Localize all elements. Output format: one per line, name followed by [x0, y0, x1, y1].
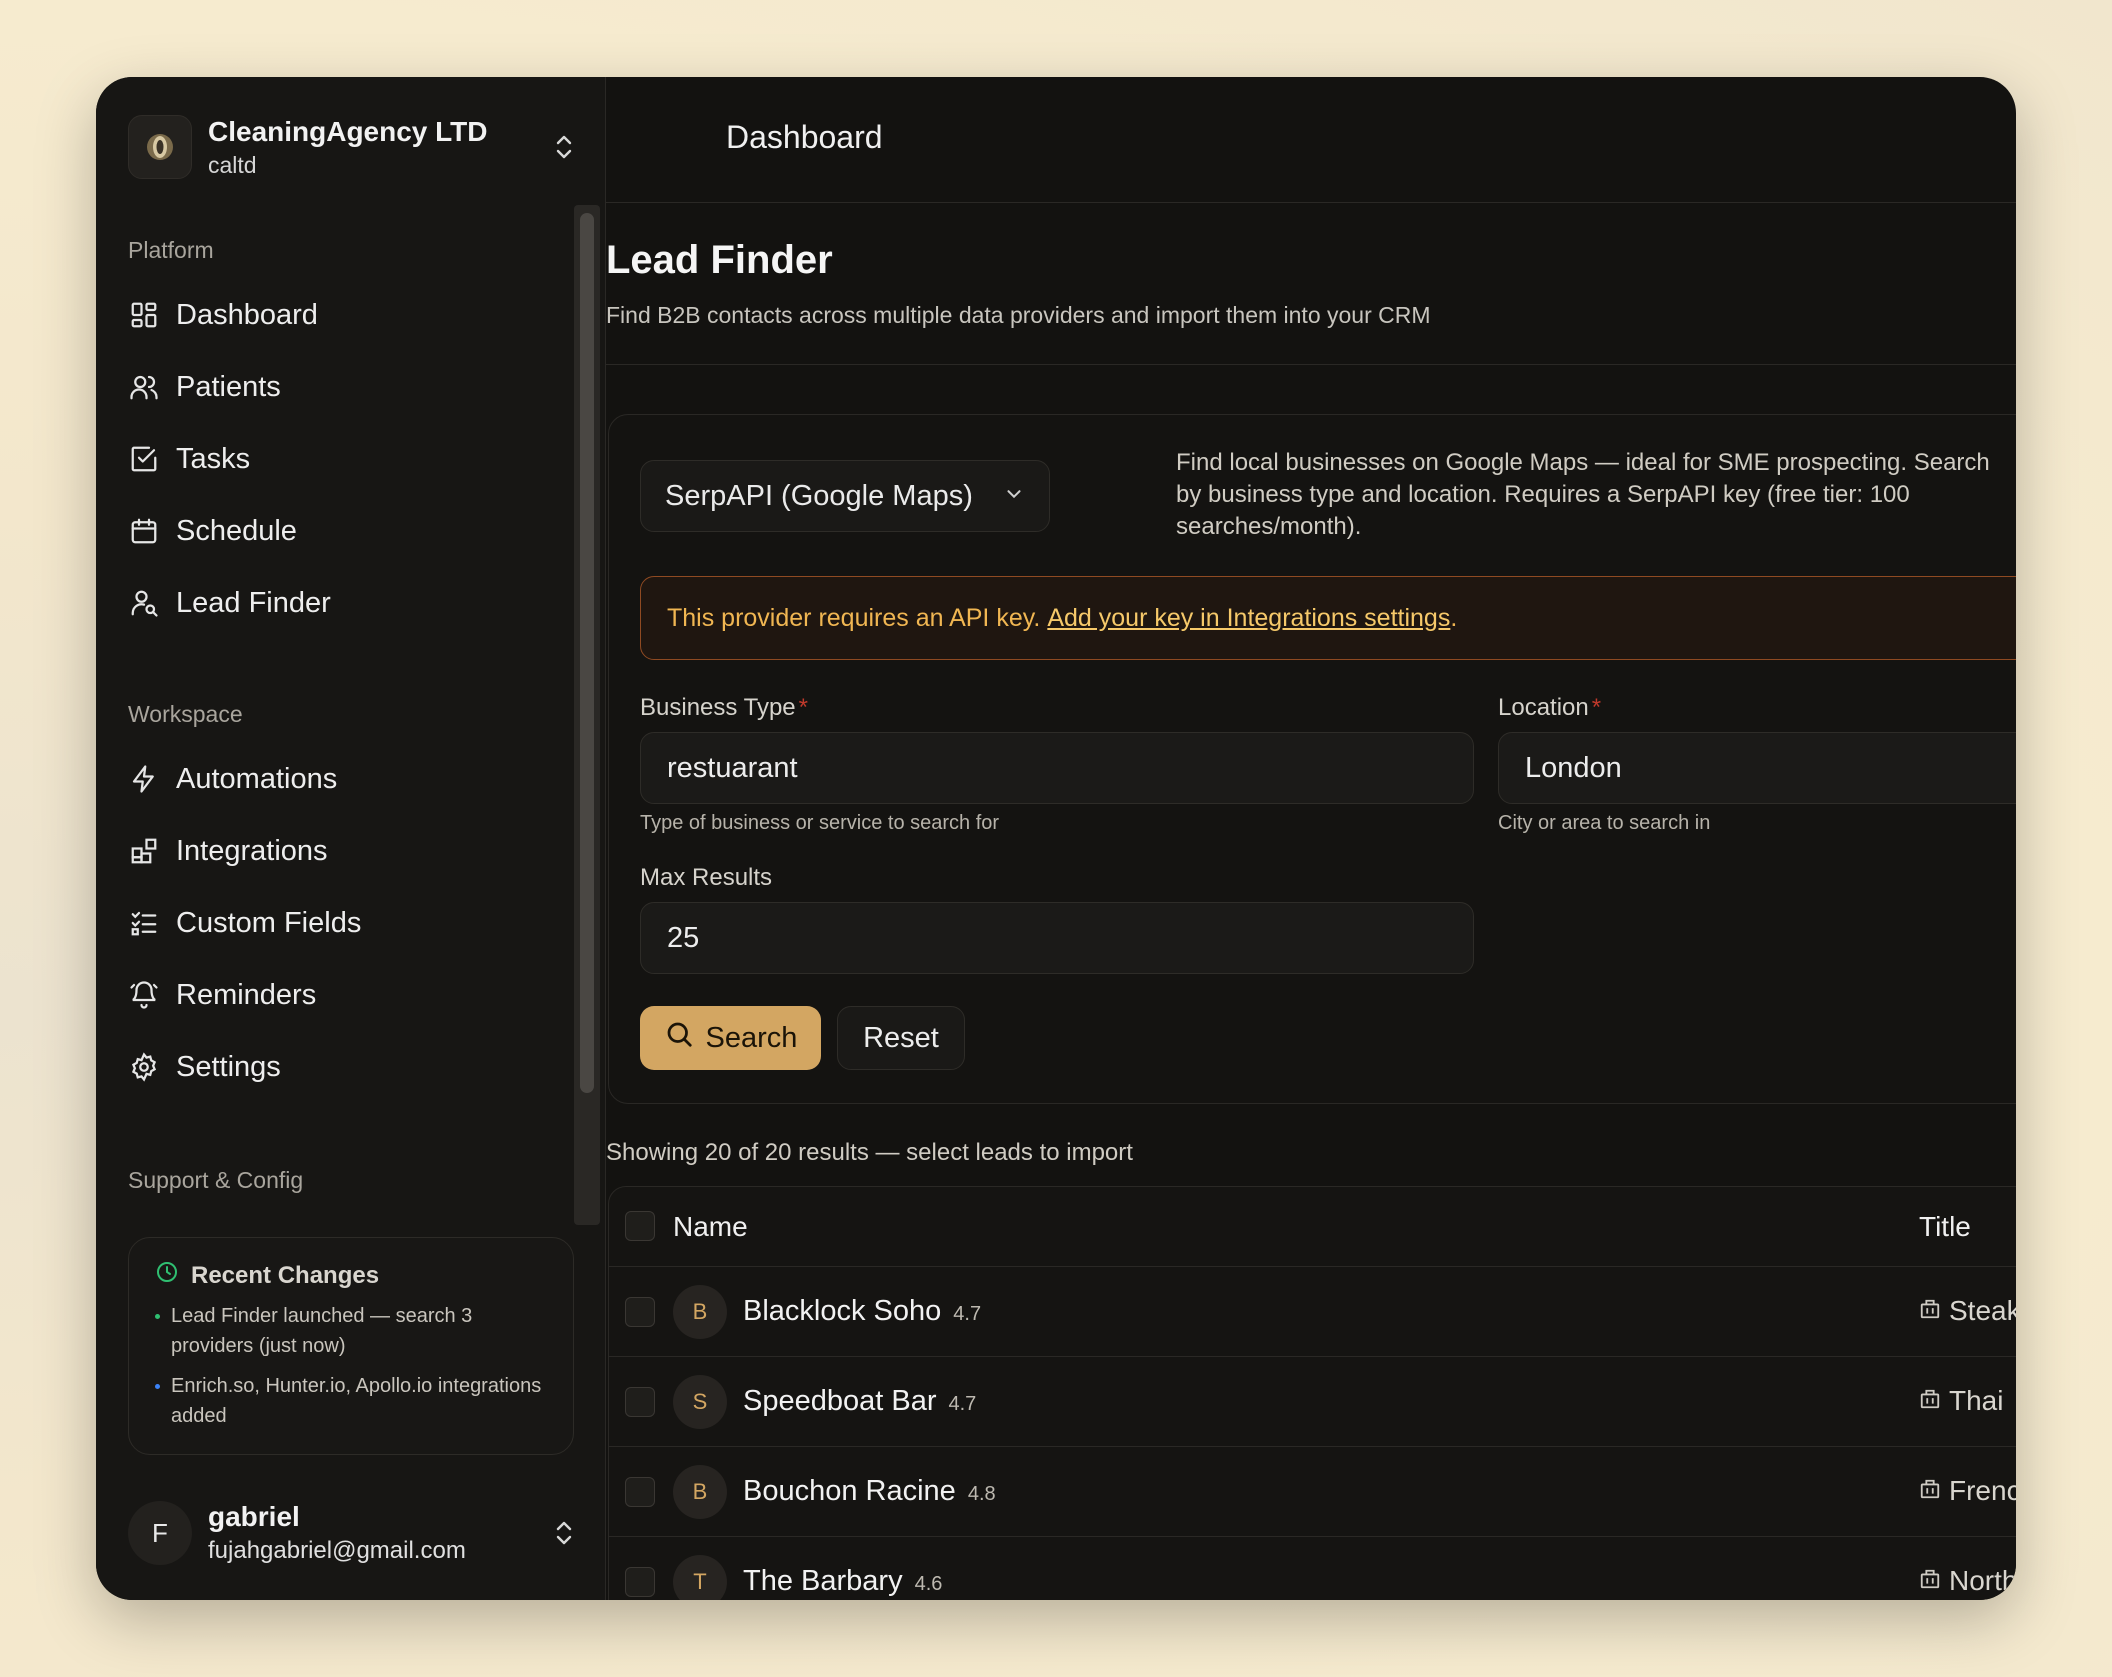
description-line: by business type and location. Requires … — [1176, 481, 1910, 508]
page-subtitle: Find B2B contacts across multiple data p… — [606, 302, 1431, 328]
row-checkbox[interactable] — [625, 1567, 655, 1597]
provider-select[interactable]: SerpAPI (Google Maps) — [640, 460, 1050, 532]
lead-name: Blacklock Soho 4.7 — [743, 1295, 981, 1328]
lead-title-text: Thai — [1949, 1385, 2004, 1416]
location-input[interactable]: London — [1498, 732, 2016, 804]
table-row[interactable]: S Speedboat Bar 4.7 Thai — [609, 1357, 2016, 1447]
alert-text: This provider requires an API key. — [667, 603, 1041, 632]
lead-name: Bouchon Racine 4.8 — [743, 1475, 996, 1508]
building-icon — [1919, 1565, 1941, 1597]
avatar: B — [673, 1465, 727, 1519]
select-all-checkbox[interactable] — [625, 1211, 655, 1241]
lead-name-text: Blacklock Soho — [743, 1295, 942, 1327]
chevron-down-icon — [1003, 480, 1025, 513]
divider — [606, 364, 2016, 365]
alert-suffix: . — [1450, 603, 1458, 632]
lead-title: North — [1919, 1565, 2016, 1597]
table-row[interactable]: B Blacklock Soho 4.7 Steak — [609, 1267, 2016, 1357]
lead-rating: 4.8 — [967, 1483, 996, 1505]
main-content: Lead Finder Find B2B contacts across mul… — [96, 77, 2016, 1600]
lead-title-text: Steak — [1949, 1295, 2016, 1326]
results-table: Name Title B Blacklock Soho 4.7 Steak S S… — [608, 1186, 2016, 1600]
label-text: Business Type — [640, 694, 796, 721]
required-mark: * — [1591, 694, 1602, 721]
table-row[interactable]: B Bouchon Racine 4.8 French — [609, 1447, 2016, 1537]
building-icon — [1919, 1385, 1941, 1417]
lead-name: The Barbary 4.6 — [743, 1565, 942, 1598]
lead-rating: 4.7 — [953, 1303, 982, 1325]
lead-name-text: Speedboat Bar — [743, 1385, 937, 1417]
location-hint: City or area to search in — [1498, 812, 1711, 834]
building-icon — [1919, 1475, 1941, 1507]
business-type-label: Business Type * — [640, 694, 808, 722]
avatar: B — [673, 1285, 727, 1339]
api-key-alert: This provider requires an API key. Add y… — [640, 576, 2016, 660]
column-name: Name — [673, 1211, 748, 1242]
lead-title-text: North — [1949, 1565, 2016, 1596]
lead-title: Steak — [1919, 1295, 2016, 1327]
description-line: searches/month). — [1176, 513, 1362, 540]
lead-rating: 4.7 — [948, 1393, 977, 1415]
provider-selected: SerpAPI (Google Maps) — [665, 479, 973, 512]
lead-name-text: Bouchon Racine — [743, 1475, 956, 1507]
lead-title: French — [1919, 1475, 2016, 1507]
required-mark: * — [798, 694, 808, 721]
description-line: Find local businesses on Google Maps — i… — [1176, 449, 1990, 476]
avatar: T — [673, 1555, 727, 1600]
search-button-label: Search — [705, 1021, 798, 1054]
location-label: Location * — [1498, 694, 1601, 722]
label-text: Location — [1498, 694, 1589, 721]
page-title: Lead Finder — [606, 238, 833, 282]
table-row[interactable]: T The Barbary 4.6 North — [609, 1537, 2016, 1600]
reset-button[interactable]: Reset — [837, 1006, 965, 1070]
column-title: Title — [1919, 1211, 1971, 1242]
lead-name-text: The Barbary — [743, 1565, 903, 1597]
lead-title: Thai — [1919, 1385, 2003, 1417]
lead-title-text: French — [1949, 1475, 2016, 1506]
max-results-input[interactable]: 25 — [640, 902, 1474, 974]
search-button[interactable]: Search — [640, 1006, 821, 1070]
results-summary: Showing 20 of 20 results — select leads … — [606, 1139, 1133, 1166]
table-header: Name Title — [609, 1187, 2016, 1267]
row-checkbox[interactable] — [625, 1297, 655, 1327]
row-checkbox[interactable] — [625, 1477, 655, 1507]
integrations-settings-link[interactable]: Add your key in Integrations settings — [1047, 604, 1450, 633]
business-type-input[interactable]: restuarant — [640, 732, 1474, 804]
max-results-label: Max Results — [640, 864, 773, 891]
lead-rating: 4.6 — [914, 1573, 943, 1595]
provider-description: Find local businesses on Google Maps — i… — [1176, 447, 2016, 543]
row-checkbox[interactable] — [625, 1387, 655, 1417]
search-icon — [664, 1019, 694, 1057]
building-icon — [1919, 1295, 1941, 1327]
avatar: S — [673, 1375, 727, 1429]
lead-name: Speedboat Bar 4.7 — [743, 1385, 976, 1418]
business-type-hint: Type of business or service to search fo… — [640, 812, 1000, 834]
